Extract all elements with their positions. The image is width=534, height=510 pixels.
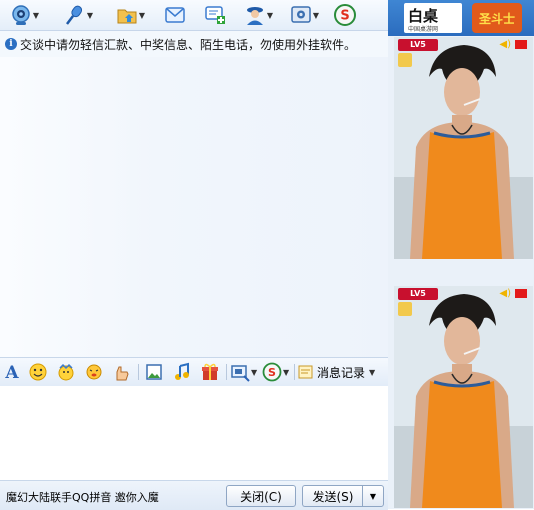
toolbar-divider [138,364,139,380]
font-button[interactable]: A [2,362,22,382]
soso-search-button[interactable]: S ▼ [262,362,289,382]
level-badge: LV5 [398,39,438,51]
own-avatar-photo [394,286,533,508]
contact-avatar-photo [394,37,533,259]
format-toolbar: A ▼ S ▼ 消息记录 ▼ [0,357,388,387]
hand-gesture-icon [112,362,132,382]
message-record-button[interactable]: 消息记录 ▼ [298,362,375,382]
message-record-label: 消息记录 [317,365,366,380]
soso-button[interactable]: S [334,4,356,26]
chevron-down-icon[interactable]: ▼ [369,368,375,377]
settings-button[interactable]: ▼ [290,4,320,26]
video-call-icon [10,4,32,26]
chevron-down-icon[interactable]: ▼ [138,11,146,20]
safety-notice-text: 交谈中请勿轻信汇款、中奖信息、陌生电话，勿使用外挂软件。 [20,37,357,52]
remote-assist-icon [244,4,266,26]
site-logo-text: 白桌 [408,7,439,25]
create-group-button[interactable] [204,4,226,26]
chat-toolbar: ▼ ▼ ▼ ▼ ▼ S [0,0,388,31]
message-record-icon [298,365,313,379]
screenshot-icon [230,362,250,382]
music-icon [172,362,192,382]
chevron-down-icon[interactable]: ▼ [266,11,274,20]
site-logo-subtext: 中国桌游网 [408,26,439,33]
shake-window-icon [84,362,104,382]
speaker-icon[interactable]: ◀) [499,288,511,299]
chat-panel: ▼ ▼ ▼ ▼ ▼ S i 交谈中请勿轻信汇款、中奖信息、陌生电话，勿使用外挂软… [0,0,388,510]
chevron-down-icon[interactable]: ▼ [283,368,289,377]
game-logo-text: 圣斗士 [478,11,515,26]
chevron-down-icon[interactable]: ▼ [32,11,40,20]
send-file-button[interactable]: ▼ [116,4,146,26]
image-button[interactable] [144,362,164,382]
close-button[interactable]: 关闭(C) [226,485,296,507]
screenshot-button[interactable]: ▼ [230,362,257,382]
toolbar-divider [226,364,227,380]
chevron-down-icon[interactable]: ▼ [312,11,320,20]
music-button[interactable] [172,362,192,382]
send-sms-icon [164,4,186,26]
chevron-down-icon[interactable]: ▼ [251,368,257,377]
svg-text:S: S [340,9,349,24]
message-input-box[interactable] [0,386,388,480]
soso-search-icon: S [262,362,282,382]
image-icon [144,362,164,382]
gift-icon [200,362,220,382]
safety-notice: i 交谈中请勿轻信汇款、中奖信息、陌生电话，勿使用外挂软件。 [0,31,388,57]
level-badge: LV5 [398,288,438,300]
send-button[interactable]: 发送(S) [302,485,363,507]
video-call-button[interactable]: ▼ [10,4,40,26]
chevron-down-icon: ▼ [369,491,377,501]
remote-assist-button[interactable]: ▼ [244,4,274,26]
bottom-bar: 魔幻大陆联手QQ拼音 邀你入魔 关闭(C) 发送(S) ▼ [0,480,388,510]
shake-window-button[interactable] [84,362,104,382]
magic-emoticon-icon [56,362,76,382]
font-icon: A [2,362,22,382]
svg-text:A: A [4,363,19,382]
send-file-icon [116,4,138,26]
voice-call-button[interactable]: ▼ [64,4,94,26]
contact-show-image[interactable]: LV5 ◀) [394,37,533,259]
send-sms-button[interactable] [164,4,186,26]
close-show-icon[interactable] [515,289,527,298]
create-group-icon [204,4,226,26]
svg-text:S: S [268,366,276,379]
send-options-button[interactable]: ▼ [362,485,384,507]
own-show-image[interactable]: LV5 ◀) [394,286,533,508]
emoticon-icon [28,362,48,382]
ad-banner[interactable]: 白桌 中国桌游网 圣斗士 [388,0,534,36]
emoticon-button[interactable] [28,362,48,382]
profile-icon[interactable] [398,302,412,316]
message-history-area[interactable] [0,57,388,357]
ad-link[interactable]: 魔幻大陆联手QQ拼音 邀你入魔 [6,489,159,505]
chevron-down-icon[interactable]: ▼ [86,11,94,20]
soso-icon: S [334,4,356,26]
profile-icon[interactable] [398,53,412,67]
game-logo: 圣斗士 [472,3,522,33]
voice-call-icon [64,4,86,26]
hand-gesture-button[interactable] [112,362,132,382]
speaker-icon[interactable]: ◀) [499,39,511,50]
contact-info-panel: 白桌 中国桌游网 圣斗士 LV5 ◀) LV5 ◀) [388,0,534,509]
toolbar-divider [294,364,295,380]
info-icon: i [5,38,17,50]
close-show-icon[interactable] [515,40,527,49]
magic-emoticon-button[interactable] [56,362,76,382]
settings-icon [290,4,312,26]
gift-button[interactable] [200,362,220,382]
site-logo: 白桌 中国桌游网 [404,3,462,33]
